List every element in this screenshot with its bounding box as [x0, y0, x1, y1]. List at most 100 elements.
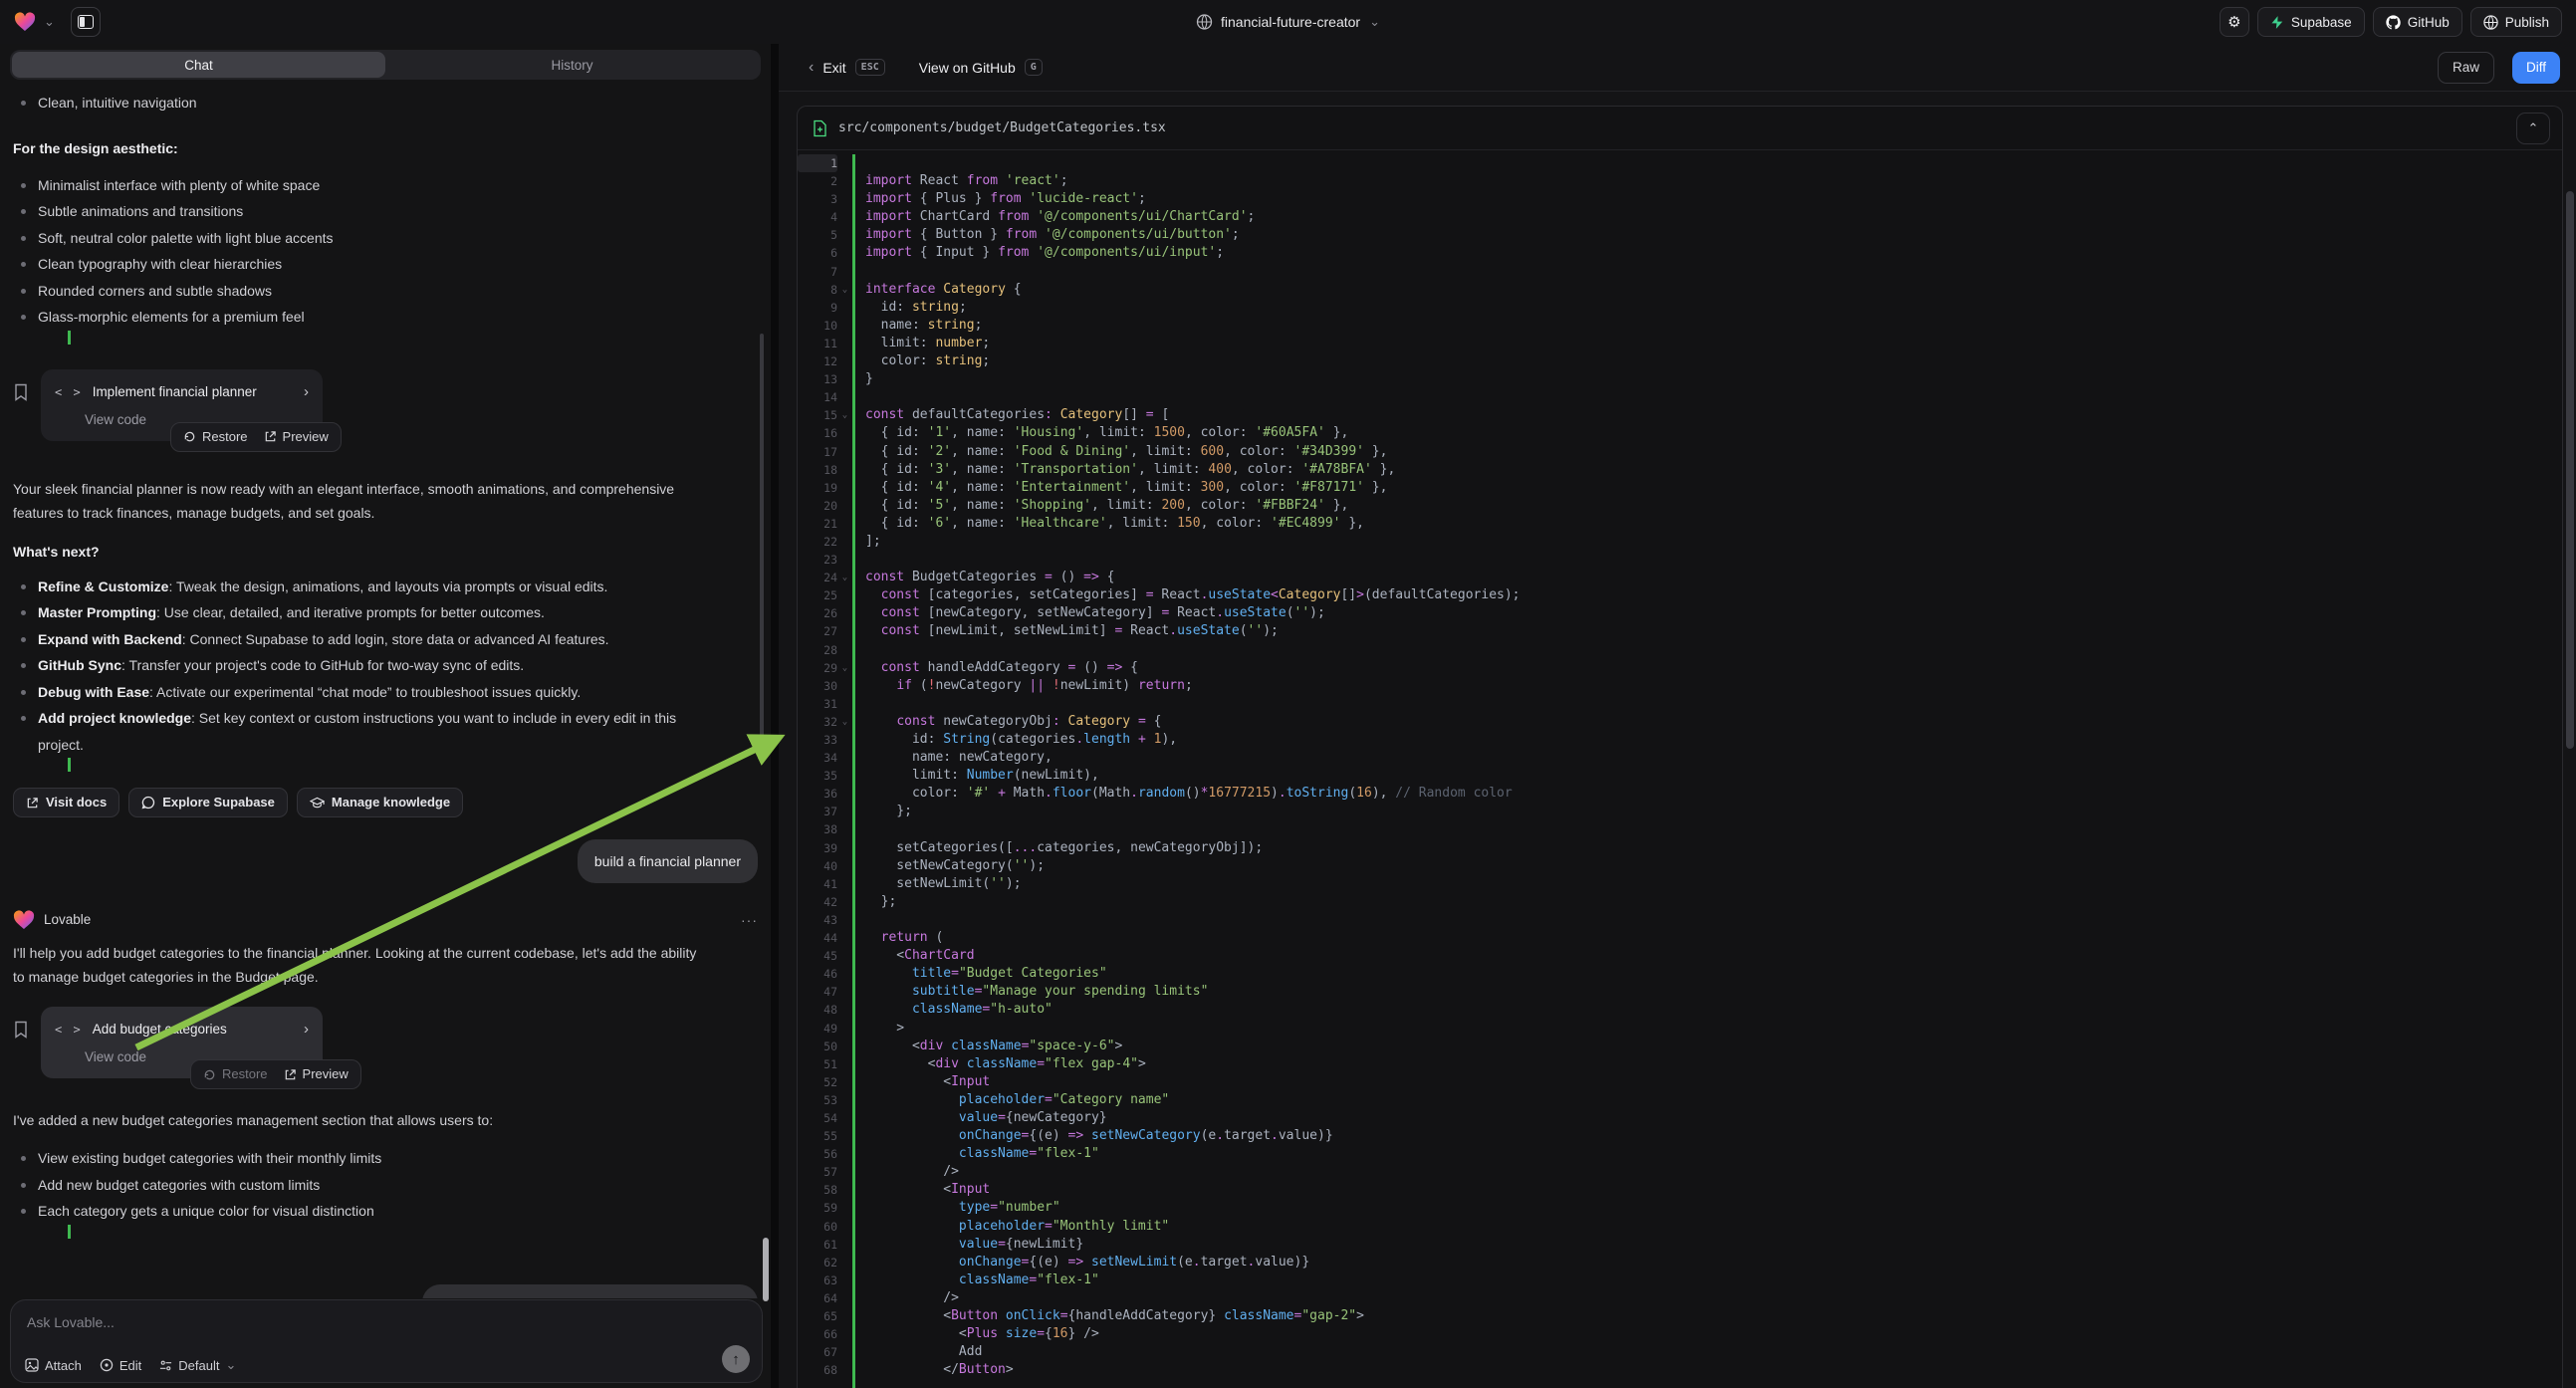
diff-toggle-button[interactable]: Diff	[2512, 52, 2560, 84]
preview-button[interactable]: Preview	[284, 1063, 349, 1085]
code-text: { id: '5', name: 'Shopping', limit: 200,…	[852, 497, 2562, 515]
line-number: 58	[798, 1181, 837, 1199]
fold-gutter	[837, 983, 852, 1001]
code-line-filler	[798, 1379, 2562, 1388]
view-on-github-button[interactable]: View on GitHub G	[919, 59, 1043, 76]
code-line: 23	[798, 551, 2562, 569]
fold-gutter	[837, 1001, 852, 1019]
chat-scrollbar[interactable]	[760, 334, 764, 757]
code-text: value={newCategory}	[852, 1109, 2562, 1127]
edit-target-icon	[100, 1358, 114, 1372]
code-line: 58 <Input	[798, 1181, 2562, 1199]
code-line: 64 />	[798, 1289, 2562, 1307]
project-menu-chevron-icon: ⌄	[1369, 14, 1380, 30]
fold-chevron-icon[interactable]: ⌄	[837, 281, 852, 299]
code-line: 44 return (	[798, 929, 2562, 947]
mode-selector[interactable]: Default ⌄	[159, 1357, 236, 1373]
line-number: 17	[798, 443, 837, 461]
fold-gutter	[837, 1361, 852, 1379]
code-line: 34 name: newCategory,	[798, 749, 2562, 767]
attach-button[interactable]: Attach	[25, 1358, 82, 1373]
restore-button[interactable]: Restore	[203, 1063, 268, 1085]
bullet-item: Rounded corners and subtle shadows	[13, 278, 758, 305]
lovable-logo-icon[interactable]	[14, 12, 36, 32]
code-text: { id: '4', name: 'Entertainment', limit:…	[852, 479, 2562, 497]
restore-icon	[183, 430, 196, 443]
design-bullet-list: Minimalist interface with plenty of whit…	[13, 172, 758, 345]
chevron-up-icon: ⌃	[2528, 120, 2539, 136]
code-line: 13}	[798, 370, 2562, 388]
line-number: 37	[798, 803, 837, 820]
fold-chevron-icon[interactable]: ⌄	[837, 569, 852, 586]
fold-chevron-icon[interactable]: ⌄	[837, 406, 852, 424]
supabase-button[interactable]: Supabase	[2257, 7, 2365, 37]
settings-button[interactable]: ⚙	[2220, 7, 2249, 37]
line-number: 33	[798, 731, 837, 749]
code-text: return (	[852, 929, 2562, 947]
top-bar: ⌄ financial-future-creator ⌄ ⚙ Supabase …	[0, 0, 2576, 44]
fold-gutter	[837, 244, 852, 262]
raw-toggle-button[interactable]: Raw	[2438, 52, 2494, 84]
bullet-dot	[21, 315, 26, 320]
file-path: src/components/budget/BudgetCategories.t…	[838, 120, 2505, 135]
bullet-item: GitHub Sync: Transfer your project's cod…	[13, 652, 758, 679]
github-button[interactable]: GitHub	[2373, 7, 2462, 37]
bullet-text: Refine & Customize: Tweak the design, an…	[38, 574, 607, 600]
bookmark-icon[interactable]	[13, 1021, 29, 1039]
code-line: 2import React from 'react';	[798, 172, 2562, 190]
line-number: 20	[798, 497, 837, 515]
code-text: title="Budget Categories"	[852, 965, 2562, 983]
code-editor[interactable]: 12import React from 'react';3import { Pl…	[798, 151, 2562, 1388]
line-number: 15	[798, 406, 837, 424]
fold-gutter	[837, 461, 852, 479]
assistant-paragraph: Your sleek financial planner is now read…	[13, 477, 700, 525]
line-number: 9	[798, 299, 837, 317]
user-message-bubble: build a financial planner	[578, 839, 758, 883]
message-menu-icon[interactable]: ···	[741, 909, 758, 931]
composer-input[interactable]: Ask Lovable...	[27, 1314, 746, 1330]
publish-button[interactable]: Publish	[2470, 7, 2562, 37]
version-card-implement-financial-planner[interactable]: < > Implement financial planner › View c…	[41, 369, 323, 441]
project-title[interactable]: financial-future-creator ⌄	[1196, 0, 1380, 44]
bullet-dot	[21, 101, 26, 106]
visit-docs-button[interactable]: Visit docs	[13, 788, 119, 817]
explore-supabase-button[interactable]: Explore Supabase	[128, 788, 288, 817]
fold-gutter	[837, 263, 852, 281]
send-button[interactable]: ↑	[722, 1345, 750, 1373]
collapse-file-button[interactable]: ⌃	[2516, 113, 2550, 144]
code-text: className="flex-1"	[852, 1145, 2562, 1163]
code-line: 31	[798, 695, 2562, 713]
code-text: >	[852, 1020, 2562, 1038]
edit-button[interactable]: Edit	[100, 1358, 141, 1373]
tab-chat[interactable]: Chat	[12, 52, 385, 78]
chat-bubble-icon	[141, 796, 155, 810]
fold-gutter	[837, 839, 852, 857]
fold-gutter	[837, 515, 852, 533]
tab-history[interactable]: History	[385, 52, 759, 78]
fold-gutter	[837, 1163, 852, 1181]
restore-button[interactable]: Restore	[183, 426, 248, 448]
code-line: 22];	[798, 533, 2562, 551]
project-switcher-chevron-icon[interactable]: ⌄	[44, 14, 55, 30]
line-number: 68	[798, 1361, 837, 1379]
code-text: const defaultCategories: Category[] = [	[852, 406, 2562, 424]
toggle-sidebar-button[interactable]	[71, 7, 101, 37]
manage-knowledge-button[interactable]: Manage knowledge	[297, 788, 463, 817]
preview-button[interactable]: Preview	[264, 426, 329, 448]
code-line-filler	[13, 1225, 758, 1239]
fold-gutter	[837, 1325, 852, 1343]
version-card-add-budget-categories[interactable]: < > Add budget categories › View code Re…	[41, 1007, 323, 1078]
bullet-dot	[21, 183, 26, 188]
line-number: 62	[798, 1254, 837, 1272]
code-text: const newCategoryObj: Category = {	[852, 713, 2562, 731]
bookmark-icon[interactable]	[13, 383, 29, 401]
chat-scrollbar-thumb[interactable]	[763, 1238, 769, 1301]
exit-button[interactable]: ‹ Exit ESC	[809, 59, 885, 77]
sliders-icon	[159, 1359, 172, 1372]
fold-gutter	[837, 1181, 852, 1199]
fold-chevron-icon[interactable]: ⌄	[837, 713, 852, 731]
fold-gutter	[837, 586, 852, 604]
code-scrollbar-thumb[interactable]	[2566, 191, 2574, 749]
fold-chevron-icon[interactable]: ⌄	[837, 659, 852, 677]
file-path-bar[interactable]: src/components/budget/BudgetCategories.t…	[798, 107, 2562, 150]
